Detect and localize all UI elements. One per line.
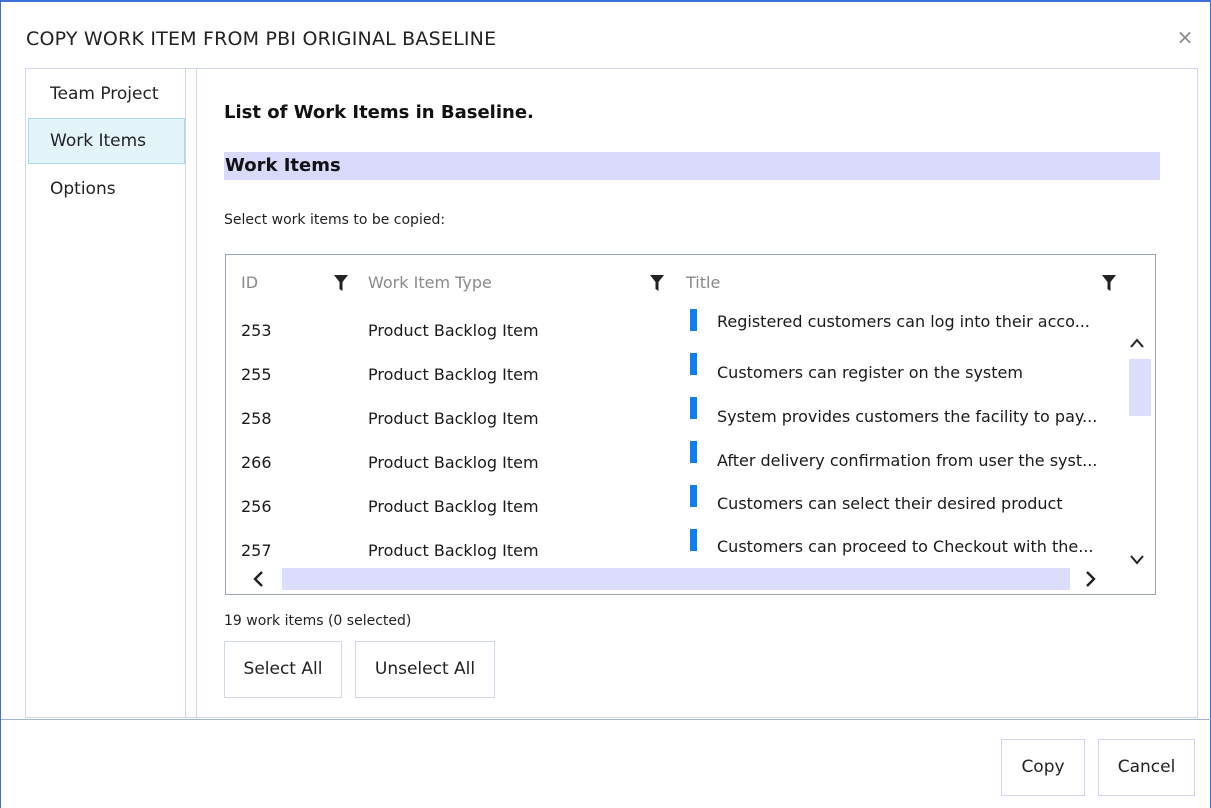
sidebar-nav: Team Project Work Items Options — [27, 69, 185, 717]
row-color-marker — [690, 485, 697, 507]
table-row[interactable]: 255 Product Backlog Item Customers can r… — [226, 353, 1126, 409]
cell-type: Product Backlog Item — [368, 321, 539, 340]
scroll-up-icon[interactable] — [1129, 336, 1145, 350]
table-row[interactable]: 253 Product Backlog Item Registered cust… — [226, 309, 1126, 365]
unselect-all-button[interactable]: Unselect All — [355, 641, 495, 698]
sidebar-divider-inner — [196, 69, 197, 717]
row-color-marker — [690, 397, 697, 419]
select-all-button[interactable]: Select All — [224, 641, 342, 698]
table-row[interactable]: 256 Product Backlog Item Customers can s… — [226, 485, 1126, 541]
sidebar-item-options[interactable]: Options — [28, 166, 185, 212]
cell-type: Product Backlog Item — [368, 365, 539, 384]
column-header-work-item-type[interactable]: Work Item Type — [368, 273, 492, 292]
footer-divider — [1, 719, 1211, 720]
section-title: Work Items — [224, 152, 1160, 180]
cell-type: Product Backlog Item — [368, 409, 539, 428]
scroll-left-icon[interactable] — [251, 570, 265, 588]
sidebar-divider — [185, 69, 186, 717]
row-color-marker — [690, 441, 697, 463]
cell-title: After delivery confirmation from user th… — [717, 451, 1098, 470]
cell-id: 257 — [241, 541, 272, 560]
filter-icon-id[interactable] — [334, 275, 348, 291]
cell-title: Customers can register on the system — [717, 363, 1023, 382]
page-heading: List of Work Items in Baseline. — [224, 102, 534, 123]
cell-title: System provides customers the facility t… — [717, 407, 1098, 426]
cell-type: Product Backlog Item — [368, 453, 539, 472]
dialog-window: COPY WORK ITEM FROM PBI ORIGINAL BASELIN… — [0, 0, 1211, 808]
cell-title: Customers can select their desired produ… — [717, 494, 1063, 513]
row-color-marker — [690, 309, 697, 331]
cell-id: 258 — [241, 409, 272, 428]
row-color-marker — [690, 353, 697, 375]
cell-type: Product Backlog Item — [368, 541, 539, 560]
horizontal-scrollbar-thumb[interactable] — [282, 568, 1070, 590]
cell-id: 253 — [241, 321, 272, 340]
cancel-button[interactable]: Cancel — [1098, 739, 1195, 796]
filter-icon-title[interactable] — [1102, 275, 1116, 291]
cell-id: 255 — [241, 365, 272, 384]
cell-title: Customers can proceed to Checkout with t… — [717, 537, 1094, 556]
table-row[interactable]: 266 Product Backlog Item After delivery … — [226, 441, 1126, 497]
table-row[interactable]: 258 Product Backlog Item System provides… — [226, 397, 1126, 453]
work-items-grid[interactable]: ID Work Item Type Title 253 Product Back… — [225, 254, 1156, 595]
cell-id: 256 — [241, 497, 272, 516]
sidebar-item-team-project[interactable]: Team Project — [28, 71, 185, 117]
column-header-id[interactable]: ID — [241, 273, 258, 292]
scroll-right-icon[interactable] — [1084, 570, 1098, 588]
close-icon[interactable]: × — [1174, 26, 1196, 48]
selection-count: 19 work items (0 selected) — [224, 613, 412, 629]
sidebar-item-work-items[interactable]: Work Items — [28, 118, 185, 164]
copy-button[interactable]: Copy — [1001, 739, 1085, 796]
cell-title: Registered customers can log into their … — [717, 312, 1090, 331]
instruction-text: Select work items to be copied: — [224, 212, 446, 228]
row-color-marker — [690, 529, 697, 551]
column-header-title[interactable]: Title — [686, 273, 720, 292]
dialog-title: COPY WORK ITEM FROM PBI ORIGINAL BASELIN… — [26, 28, 497, 50]
cell-type: Product Backlog Item — [368, 497, 539, 516]
vertical-scrollbar-thumb[interactable] — [1129, 359, 1151, 416]
scroll-down-icon[interactable] — [1129, 553, 1145, 567]
filter-icon-type[interactable] — [650, 275, 664, 291]
cell-id: 266 — [241, 453, 272, 472]
